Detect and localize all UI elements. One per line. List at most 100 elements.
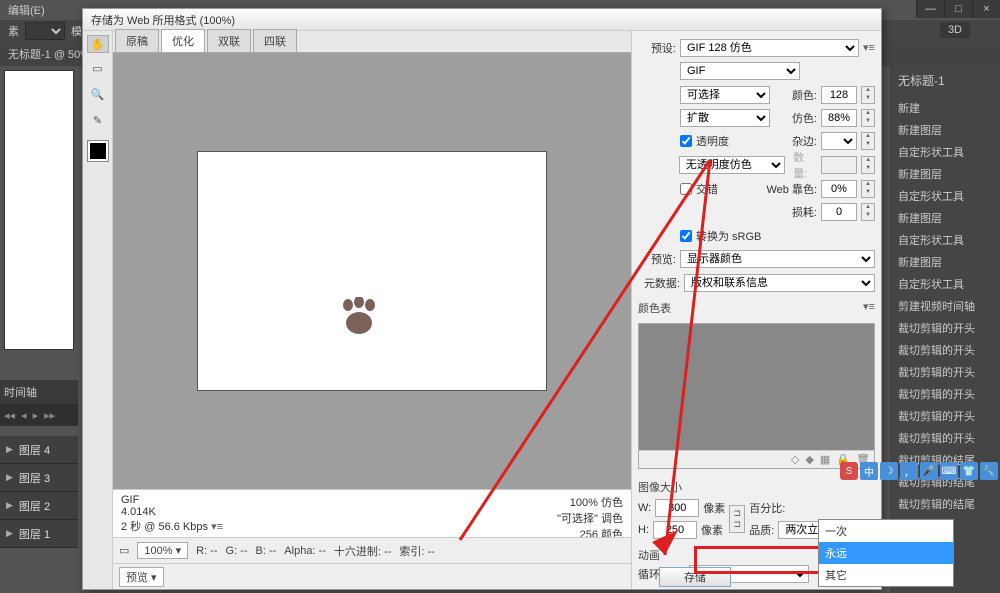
layer-row[interactable]: ▶图层 3	[0, 464, 78, 492]
zoom-select[interactable]: 100% ▾	[137, 542, 188, 559]
history-item[interactable]: 新建图层	[890, 163, 1000, 185]
history-item[interactable]: 新建	[890, 97, 1000, 119]
history-item[interactable]: 自定形状工具	[890, 273, 1000, 295]
document-canvas[interactable]	[4, 70, 74, 350]
colortable-flyout-icon[interactable]: ▾≡	[863, 300, 875, 313]
preview-label: 预览:	[638, 251, 676, 267]
ime-logo-icon[interactable]: S	[840, 462, 858, 480]
save-button[interactable]: 存储	[659, 567, 731, 587]
link-dimensions-icon[interactable]: ⊐⊐	[729, 505, 745, 533]
zoom-tool-icon[interactable]: 🔍	[87, 83, 109, 105]
layer-row[interactable]: ▶图层 4	[0, 436, 78, 464]
tab-optimized[interactable]: 优化	[161, 29, 205, 52]
history-item[interactable]: 自定形状工具	[890, 229, 1000, 251]
metadata-select[interactable]: 版权和联系信息	[684, 274, 875, 292]
matte-spinner[interactable]: ▲▼	[861, 132, 875, 150]
tab-3d[interactable]: 3D	[940, 22, 970, 38]
colors-input[interactable]	[821, 86, 857, 104]
history-item[interactable]: 裁切剪辑的开头	[890, 427, 1000, 449]
loop-options-dropdown[interactable]: 一次 永远 其它	[818, 519, 954, 587]
websnap-spinner[interactable]: ▲▼	[861, 180, 875, 198]
history-item[interactable]: 裁切剪辑的开头	[890, 383, 1000, 405]
eyedropper-color-swatch[interactable]	[88, 141, 108, 161]
loop-option-once[interactable]: 一次	[819, 520, 953, 542]
preset-select[interactable]: GIF 128 仿色	[680, 39, 859, 57]
matte-label: 杂边:	[792, 133, 817, 149]
loop-option-other[interactable]: 其它	[819, 564, 953, 586]
percent-label: 百分比:	[749, 500, 785, 516]
history-item[interactable]: 剪建视频时间轴	[890, 295, 1000, 317]
ime-moon-icon[interactable]: ☽	[880, 462, 898, 480]
loop-option-forever[interactable]: 永远	[819, 542, 953, 564]
dither-spinner[interactable]: ▲▼	[861, 109, 875, 127]
ct-icon[interactable]: ◇	[791, 453, 799, 466]
lossy-input[interactable]	[821, 203, 857, 221]
dither-method-select[interactable]: 扩散	[680, 109, 770, 127]
lossy-label: 损耗:	[792, 204, 817, 220]
h-label: H:	[638, 524, 649, 536]
history-item[interactable]: 新建图层	[890, 207, 1000, 229]
readout-hex: 十六进制: --	[334, 543, 391, 559]
ct-icon[interactable]: ◆	[805, 453, 813, 466]
tl-prev-icon[interactable]: ◂	[21, 409, 27, 422]
history-item[interactable]: 裁切剪辑的开头	[890, 317, 1000, 339]
zoom-out-icon[interactable]: ▭	[119, 544, 129, 557]
menu-edit[interactable]: 编辑(E)	[8, 2, 45, 18]
history-item[interactable]: 裁切剪辑的开头	[890, 339, 1000, 361]
preview-browser-button[interactable]: 预览 ▾	[119, 567, 164, 587]
ct-icon[interactable]: ▦	[820, 453, 830, 466]
tab-original[interactable]: 原稿	[115, 29, 159, 52]
matte-select[interactable]	[821, 132, 857, 150]
colors-spinner[interactable]: ▲▼	[861, 86, 875, 104]
width-input[interactable]	[655, 499, 699, 517]
window-close[interactable]: ×	[972, 0, 1000, 18]
interlaced-checkbox[interactable]	[680, 183, 692, 195]
tab-4up[interactable]: 四联	[253, 29, 297, 52]
layer-row[interactable]: ▶图层 1	[0, 520, 78, 548]
window-maximize[interactable]: □	[944, 0, 972, 18]
layer-row[interactable]: ▶图层 2	[0, 492, 78, 520]
timeline-controls[interactable]: ◂◂ ◂ ▸ ▸▸	[0, 404, 78, 426]
history-item[interactable]: 自定形状工具	[890, 185, 1000, 207]
window-minimize[interactable]: —	[916, 0, 944, 18]
preview-canvas[interactable]	[113, 53, 631, 489]
tl-next-icon[interactable]: ▸▸	[44, 409, 55, 422]
history-item[interactable]: 自定形状工具	[890, 141, 1000, 163]
srgb-checkbox[interactable]	[680, 230, 692, 242]
color-table[interactable]: ◇ ◆ ▦ 🔒 🗑	[638, 323, 875, 469]
websnap-input[interactable]	[821, 180, 857, 198]
transparency-checkbox[interactable]	[680, 135, 692, 147]
readout-alpha: Alpha: --	[284, 545, 326, 557]
height-input[interactable]	[653, 521, 697, 539]
flyout-menu-icon[interactable]: ▾≡	[211, 521, 223, 533]
ime-keyboard-icon[interactable]: ⌨	[940, 462, 958, 480]
ime-punct-icon[interactable]: ，	[900, 462, 918, 480]
tab-2up[interactable]: 双联	[207, 29, 251, 52]
imagesize-label: 图像大小	[638, 479, 875, 495]
tl-play-icon[interactable]: ▸	[33, 409, 39, 422]
history-item[interactable]: 新建图层	[890, 251, 1000, 273]
preview-select[interactable]: 显示器颜色	[680, 250, 875, 268]
ime-lang-icon[interactable]: 中	[860, 462, 878, 480]
reduction-select[interactable]: 可选择	[680, 86, 770, 104]
eyedropper-tool-icon[interactable]: ✎	[87, 109, 109, 131]
ime-skin-icon[interactable]: 👕	[960, 462, 978, 480]
history-item[interactable]: 裁切剪辑的结尾	[890, 493, 1000, 515]
slice-select-tool-icon[interactable]: ▭	[87, 57, 109, 79]
preset-flyout-icon[interactable]: ▾≡	[863, 41, 875, 54]
timeline-panel-label[interactable]: 时间轴	[0, 380, 78, 404]
history-item[interactable]: 新建图层	[890, 119, 1000, 141]
ime-toolbar[interactable]: S 中 ☽ ， 🎤 ⌨ 👕 🔧	[840, 462, 998, 480]
lossy-spinner[interactable]: ▲▼	[861, 203, 875, 221]
ime-mic-icon[interactable]: 🎤	[920, 462, 938, 480]
dither-input[interactable]	[821, 109, 857, 127]
ime-tool-icon[interactable]: 🔧	[980, 462, 998, 480]
history-doc-title: 无标题-1	[890, 66, 1000, 95]
transparency-dither-select[interactable]: 无透明度仿色	[679, 156, 785, 174]
history-item[interactable]: 裁切剪辑的开头	[890, 405, 1000, 427]
options-select-a[interactable]	[25, 22, 65, 40]
hand-tool-icon[interactable]: ✋	[87, 35, 109, 53]
history-item[interactable]: 裁切剪辑的开头	[890, 361, 1000, 383]
format-select[interactable]: GIF	[680, 62, 800, 80]
tl-first-icon[interactable]: ◂◂	[4, 409, 15, 422]
